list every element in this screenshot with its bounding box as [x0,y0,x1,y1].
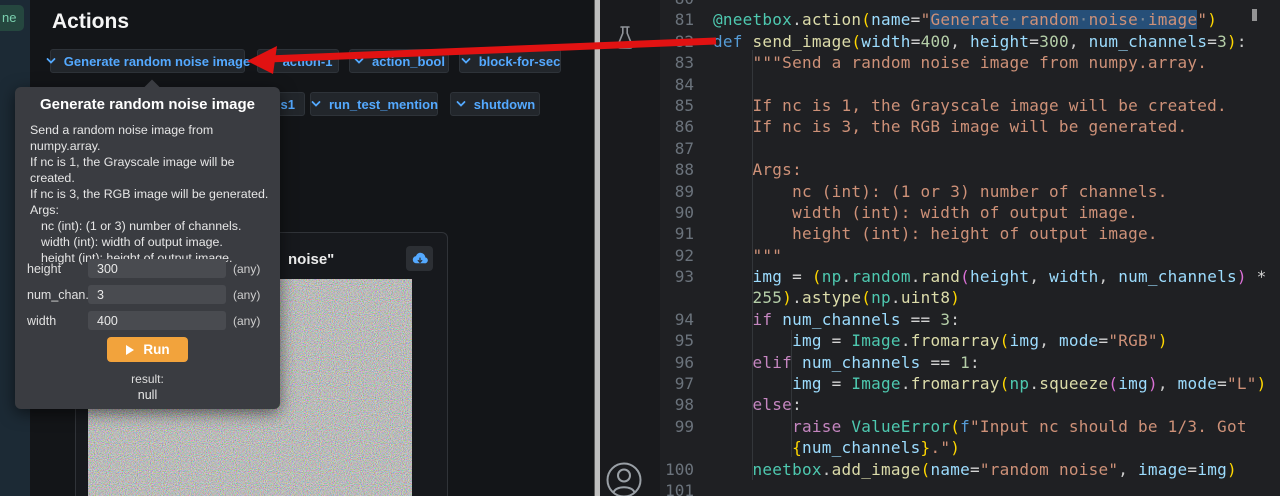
code-line: 94 if num_channels == 3: [660,309,1267,330]
sidebar-project-tag[interactable]: ne [0,5,24,31]
action-button-run-test-mention[interactable]: run_test_mention [310,92,438,116]
code-line: 100 neetbox.add_image(name="random noise… [660,459,1267,480]
action-run-popover: Generate random noise image Send a rando… [15,87,280,409]
code-editor[interactable]: 8081@neetbox.action(name="Generate·rando… [660,0,1280,496]
noise-image-card-title: noise" [288,251,334,268]
width-input[interactable] [88,311,226,330]
chevron-down-icon [45,55,57,67]
activity-bar [600,0,660,496]
desc-line: width (int): width of output image. [30,234,270,250]
field-type-hint: (any) [233,262,260,276]
code-line: 255).astype(np.uint8) [660,287,1267,308]
action-button-label: block-for-sec [479,54,561,69]
field-row-width: width (any) [15,311,280,331]
code-line: 96 elif num_channels == 1: [660,352,1267,373]
play-icon [125,344,135,356]
code-line: 82def send_image(width=400, height=300, … [660,31,1267,52]
field-type-hint: (any) [233,314,260,328]
action-button-shutdown[interactable]: shutdown [450,92,540,116]
action-button-label: shutdown [474,97,535,112]
field-type-hint: (any) [233,288,260,302]
code-line: 95 img = Image.fromarray(img, mode="RGB"… [660,330,1267,351]
code-line: 85 If nc is 1, the Grayscale image will … [660,95,1267,116]
code-line: {num_channels}.") [660,437,1267,458]
desc-line: Send a random noise image from numpy.arr… [30,122,270,154]
dashboard-panel: ne Actions Generate random noise image a… [0,0,594,496]
action-button-label: s1 [281,97,295,112]
code-line: 92 """ [660,245,1267,266]
code-line: 84 [660,74,1267,95]
code-line: 83 """Send a random noise image from num… [660,52,1267,73]
code-line: 88 Args: [660,159,1267,180]
action-button-label: action_bool [372,54,445,69]
code-line: 101 [660,480,1267,496]
field-row-height: height (any) [15,259,280,279]
action-button-action-bool[interactable]: action_bool [349,49,449,73]
action-button-label: Generate random noise image [64,54,250,69]
code-editor-window: 8081@neetbox.action(name="Generate·rando… [600,0,1280,496]
cloud-download-icon [412,252,428,265]
code-line: 87 [660,138,1267,159]
field-label: width [27,314,56,328]
run-button-label: Run [143,342,169,357]
run-button[interactable]: Run [107,337,188,362]
code-line: 80 [660,0,1267,9]
code-lines: 8081@neetbox.action(name="Generate·rando… [660,0,1267,496]
desc-line: If nc is 3, the RGB image will be genera… [30,186,270,202]
actions-section-title: Actions [52,10,129,34]
testing-flask-icon[interactable] [613,25,637,56]
desc-line: If nc is 1, the Grayscale image will be … [30,154,270,186]
chevron-down-icon [310,98,322,110]
window-divider-scrollbar[interactable] [594,0,600,496]
field-label: height [27,262,61,276]
popover-description: Send a random noise image from numpy.arr… [30,122,270,266]
code-line: 81@neetbox.action(name="Generate·random·… [660,9,1267,30]
field-label: num_chan... [27,288,96,302]
action-button-block-for-sec[interactable]: block-for-sec [459,49,561,73]
result-label: result: [15,372,280,386]
code-line: 86 If nc is 3, the RGB image will be gen… [660,116,1267,137]
desc-line: Args: [30,202,270,218]
chevron-down-icon [353,55,365,67]
code-line: 99 raise ValueError(f"Input nc should be… [660,416,1267,437]
chevron-down-icon [264,55,276,67]
account-icon[interactable] [605,461,643,496]
download-image-button[interactable] [406,246,433,271]
code-line: 97 img = Image.fromarray(np.squeeze(img)… [660,373,1267,394]
action-button-label: action-1 [283,54,333,69]
action-button-generate-random-noise-image[interactable]: Generate random noise image [50,49,245,73]
popover-title: Generate random noise image [15,96,280,113]
chevron-down-icon [460,55,472,67]
code-line: 90 width (int): width of output image. [660,202,1267,223]
result-value: null [15,388,280,402]
code-line: 98 else: [660,394,1267,415]
num-channels-input[interactable] [88,285,226,304]
code-line: 93 img = (np.random.rand(height, width, … [660,266,1267,287]
code-line: 91 height (int): height of output image. [660,223,1267,244]
chevron-down-icon [455,98,467,110]
code-line: 89 nc (int): (1 or 3) number of channels… [660,181,1267,202]
action-button-label: run_test_mention [329,97,438,112]
height-input[interactable] [88,259,226,278]
field-row-num-channels: num_chan... (any) [15,285,280,305]
popover-arrow [144,80,161,97]
overview-ruler-selection-mark [1252,9,1257,21]
action-button-action-1[interactable]: action-1 [257,49,339,73]
desc-line: nc (int): (1 or 3) number of channels. [30,218,270,234]
